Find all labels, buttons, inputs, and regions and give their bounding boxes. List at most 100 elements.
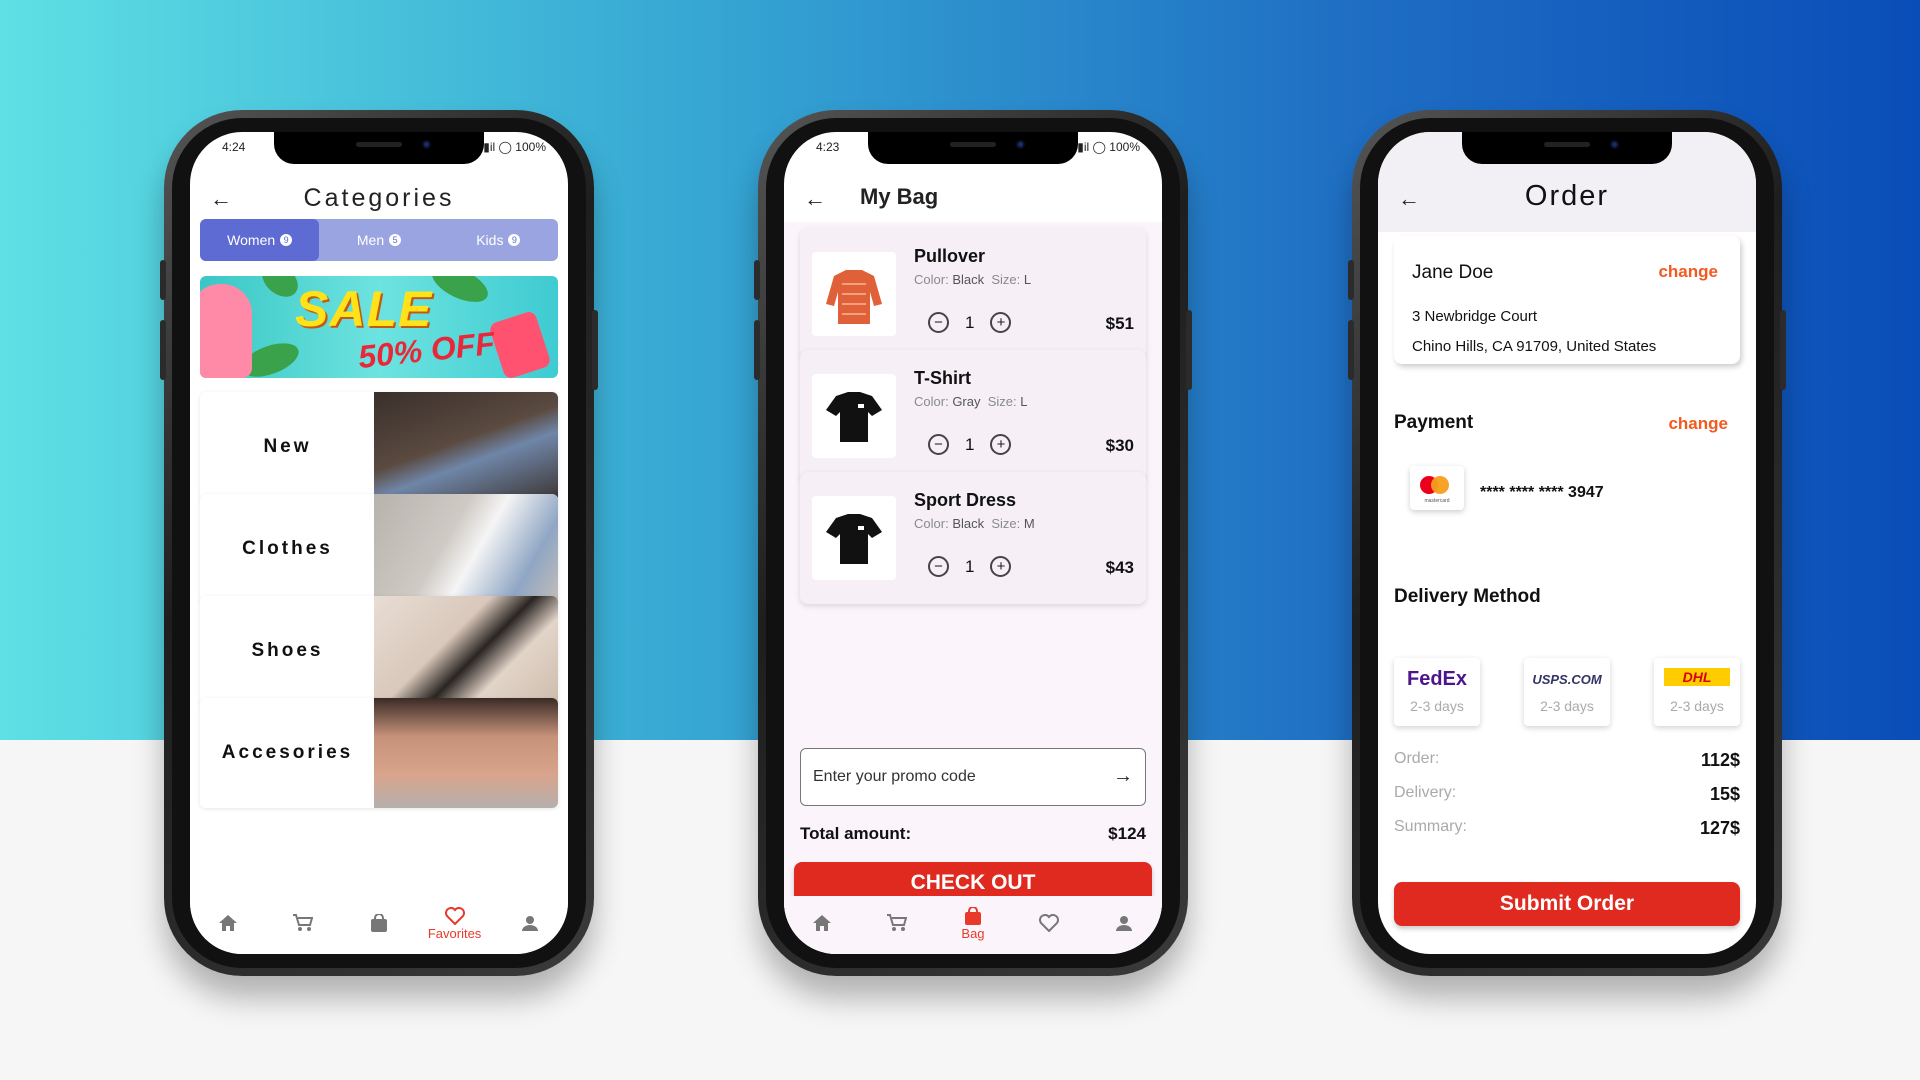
total-value: $124	[1108, 824, 1146, 843]
summary-value: 112$	[1700, 750, 1740, 770]
delivery-days: 2-3 days	[1670, 698, 1724, 714]
category-label: New	[263, 436, 312, 457]
nav-profile[interactable]	[500, 913, 560, 933]
status-time: 4:23	[816, 140, 840, 154]
product-price: $30	[1105, 436, 1134, 455]
carrier-name: USPS.COM	[1532, 672, 1602, 687]
battery-level: 100%	[515, 140, 546, 154]
phone-bag: 4:23 ▮il ◯ 100% ← My Bag Pullover Color:…	[754, 110, 1192, 976]
status-time: 4:24	[222, 140, 246, 154]
flamingo-image	[200, 284, 252, 378]
nav-home[interactable]	[792, 913, 852, 933]
payment-heading: Payment	[1394, 412, 1474, 433]
tab-kids[interactable]: Kids 9	[439, 219, 558, 261]
color-value: Black	[952, 516, 985, 531]
status-battery: ▮il ◯ 100%	[483, 140, 546, 154]
product-image	[812, 374, 896, 458]
quantity-stepper: − 1 +	[928, 434, 1012, 455]
summary-label: Summary:	[1394, 818, 1467, 835]
sale-banner[interactable]: SALE 50% OFF	[200, 276, 558, 378]
address-line-2: Chino Hills, CA 91709, United States	[1412, 338, 1657, 355]
tab-label: Kids	[476, 232, 504, 248]
quantity-stepper: − 1 +	[928, 312, 1012, 333]
bag-item: Pullover Color: Black Size: L − 1 + $51	[800, 228, 1146, 360]
summary-label: Order:	[1394, 750, 1440, 767]
tab-count-badge: 5	[389, 234, 402, 246]
usps-logo: USPS.COM	[1524, 672, 1610, 687]
smartphone-image	[488, 310, 552, 378]
notch	[868, 132, 1078, 164]
product-name: Sport Dress	[914, 490, 1017, 510]
change-payment-link[interactable]: change	[1668, 414, 1728, 434]
carrier-name: DHL	[1682, 669, 1712, 685]
bag-icon	[369, 913, 389, 933]
size-label: Size:	[991, 516, 1021, 531]
category-label: Accesories	[221, 742, 354, 763]
minus-button[interactable]: −	[928, 312, 949, 333]
bag-item: Sport Dress Color: Black Size: M − 1 + $…	[800, 472, 1146, 604]
phone-side-button	[592, 310, 598, 390]
plus-button[interactable]: +	[990, 434, 1012, 455]
nav-bag[interactable]	[349, 913, 409, 933]
cart-icon	[293, 913, 314, 933]
nav-bag[interactable]: Bag	[943, 906, 1003, 941]
nav-home[interactable]	[198, 913, 258, 933]
tab-women[interactable]: Women 9	[200, 219, 320, 261]
delivery-option-usps[interactable]: USPS.COM 2-3 days	[1524, 658, 1610, 726]
color-label: Color:	[914, 516, 949, 531]
category-label: Shoes	[251, 640, 324, 661]
promo-placeholder: Enter your promo code	[813, 768, 976, 785]
submit-order-button[interactable]: Submit Order	[1394, 882, 1740, 926]
home-icon	[218, 913, 238, 933]
delivery-option-dhl[interactable]: DHL 2-3 days	[1654, 658, 1740, 726]
sale-text: SALE	[295, 281, 433, 337]
product-price: $43	[1105, 558, 1134, 577]
nav-favorites[interactable]: Favorites	[425, 906, 485, 941]
dhl-logo: DHL	[1664, 668, 1730, 686]
address-line-1: 3 Newbridge Court	[1412, 308, 1538, 325]
tab-men[interactable]: Men 5	[319, 219, 438, 261]
summary-label: Delivery:	[1394, 784, 1457, 801]
change-address-link[interactable]: change	[1658, 262, 1718, 282]
quantity-value: 1	[965, 434, 975, 454]
summary-row-order: Order: 112$	[1394, 750, 1740, 770]
screen-order: ← Order Jane Doe change 3 Newbridge Cour…	[1378, 132, 1756, 954]
page-title: My Bag	[860, 184, 939, 209]
nav-profile[interactable]	[1094, 913, 1154, 933]
color-label: Color:	[914, 394, 949, 409]
category-card-shoes[interactable]: Shoes	[200, 596, 558, 706]
person-icon	[1114, 913, 1134, 933]
phone-categories: 4:24 ▮il ◯ 100% ← Categories Women 9 Men 5…	[160, 110, 598, 976]
nav-label-bag: Bag	[961, 925, 985, 941]
plus-button[interactable]: +	[990, 556, 1012, 577]
size-label: Size:	[987, 394, 1017, 409]
arrow-right-icon[interactable]: →	[1113, 765, 1133, 788]
leaf-decoration	[426, 276, 494, 310]
phone-order: ← Order Jane Doe change 3 Newbridge Cour…	[1348, 110, 1786, 976]
header: ← Categories	[190, 174, 568, 222]
product-image	[812, 252, 896, 336]
battery-level: 100%	[1109, 140, 1140, 154]
gender-tabs: Women 9 Men 5 Kids 9	[200, 219, 558, 261]
summary-value: 15$	[1709, 784, 1740, 804]
color-label: Color:	[914, 272, 949, 287]
nav-shop[interactable]	[273, 913, 333, 933]
category-photo	[374, 596, 558, 706]
nav-favorites[interactable]	[1019, 913, 1079, 933]
minus-button[interactable]: −	[928, 434, 949, 455]
delivery-option-fedex[interactable]: FedEx 2-3 days	[1394, 658, 1480, 726]
recipient-name: Jane Doe	[1412, 262, 1494, 283]
minus-button[interactable]: −	[928, 556, 949, 577]
notch	[274, 132, 484, 164]
category-card-accessories[interactable]: Accesories	[200, 698, 558, 808]
category-card-new[interactable]: New	[200, 392, 558, 502]
promo-code-input[interactable]: Enter your promo code →	[800, 748, 1146, 806]
category-label: Clothes	[242, 538, 333, 559]
person-icon	[520, 913, 540, 933]
back-arrow-icon[interactable]: ←	[804, 186, 826, 212]
category-card-clothes[interactable]: Clothes	[200, 494, 558, 604]
fedex-logo: FedEx	[1394, 668, 1480, 691]
card-brand-text: mastercard	[1424, 498, 1450, 504]
nav-shop[interactable]	[867, 913, 927, 933]
plus-button[interactable]: +	[990, 312, 1012, 333]
